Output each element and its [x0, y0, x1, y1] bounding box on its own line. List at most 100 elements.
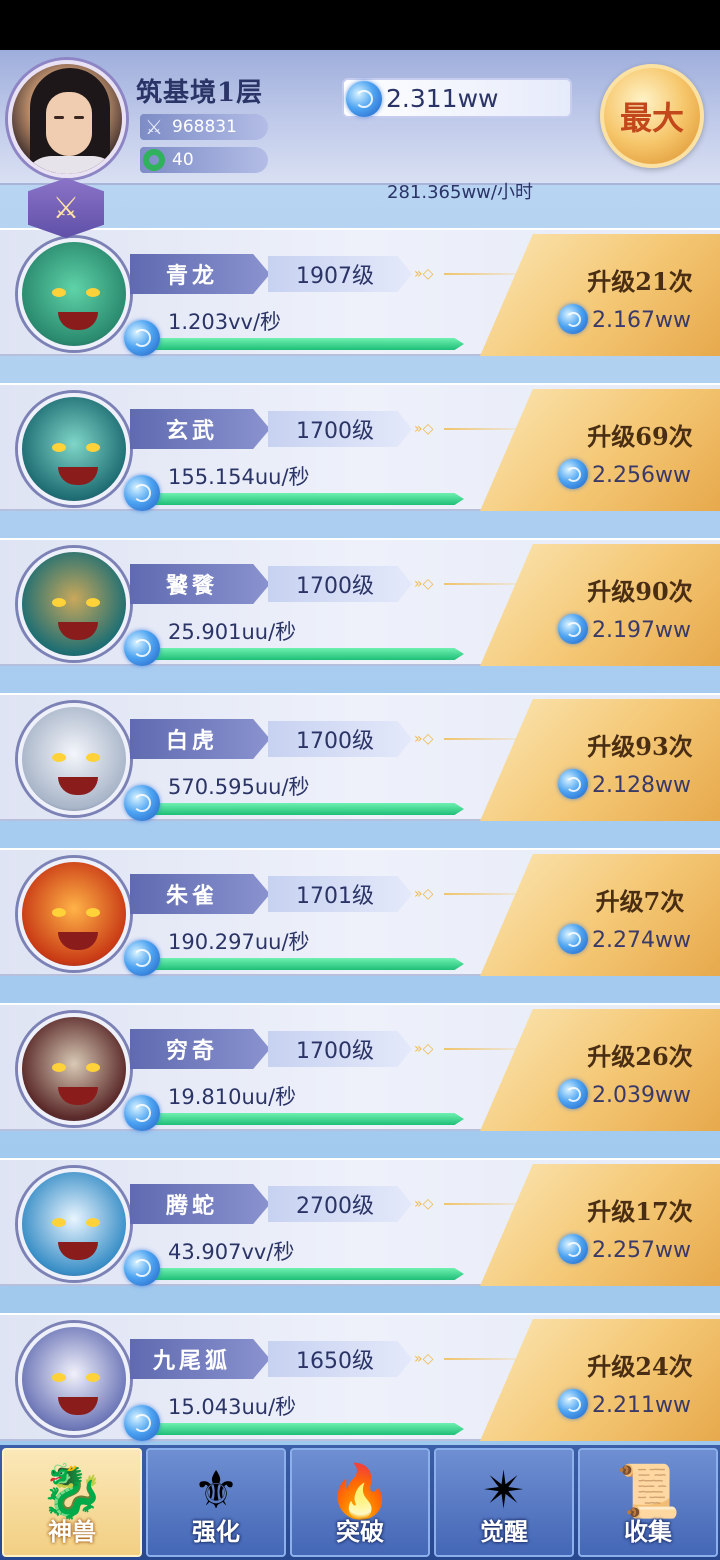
upgrade-cost: 2.257ww — [592, 1238, 691, 1263]
upgrade-count: 升级69次 — [587, 422, 693, 451]
beast-level: 2700级 — [268, 1186, 412, 1222]
beast-rate: 1.203vv/秒 — [168, 310, 282, 334]
beast-portrait[interactable] — [18, 1013, 130, 1125]
nav-tab-2[interactable]: ⚜ 强化 — [146, 1448, 286, 1557]
spirit-orb-icon — [558, 924, 588, 954]
beast-portrait[interactable] — [18, 858, 130, 970]
beast-progress-bar — [150, 958, 464, 970]
spirit-orb-icon — [558, 614, 588, 644]
beast-name: 饕餮 — [130, 564, 270, 604]
beast-card[interactable]: 青龙 1907级 »◇ 1.203vv/秒 升级21次 2.167ww — [0, 228, 720, 356]
beast-level: 1700级 — [268, 566, 412, 602]
beast-name: 玄武 — [130, 409, 270, 449]
beast-level: 1700级 — [268, 721, 412, 757]
currency-rate: 281.365ww/小时 — [387, 182, 533, 203]
spirit-orb-icon — [124, 320, 160, 356]
spirit-orb-icon — [124, 1250, 160, 1286]
jade-ring-icon — [142, 148, 166, 172]
upgrade-count: 升级90次 — [587, 577, 693, 606]
beast-card[interactable]: 白虎 1700级 »◇ 570.595uu/秒 升级93次 2.128ww — [0, 693, 720, 821]
beast-progress-bar — [150, 1113, 464, 1125]
beast-progress-bar — [150, 1268, 464, 1280]
spirit-orb-icon — [558, 304, 588, 334]
spirit-orb-icon — [558, 459, 588, 489]
jade-count: 40 — [140, 147, 268, 173]
nav-tab-4[interactable]: ✴ 觉醒 — [434, 1448, 574, 1557]
beast-portrait[interactable] — [18, 1168, 130, 1280]
upgrade-cost: 2.211ww — [592, 1393, 691, 1418]
spirit-currency: 2.311ww — [342, 78, 572, 118]
combat-power: ⚔ 968831 — [140, 114, 268, 140]
player-avatar[interactable] — [8, 60, 126, 178]
upgrade-count: 升级26次 — [587, 1042, 693, 1071]
beast-rate: 155.154uu/秒 — [168, 465, 310, 489]
beast-rate: 570.595uu/秒 — [168, 775, 310, 799]
beast-name: 穷奇 — [130, 1029, 270, 1069]
beast-screen: 筑基境1层 ⚔ 968831 40 2.311ww 281.365ww/小时 最… — [0, 50, 720, 1445]
spirit-orb-icon — [124, 1095, 160, 1131]
spirit-orb-icon — [124, 785, 160, 821]
beast-level: 1701级 — [268, 876, 412, 912]
beast-portrait[interactable] — [18, 703, 130, 815]
beast-portrait[interactable] — [18, 238, 130, 350]
beast-progress-bar — [150, 803, 464, 815]
beast-rate: 190.297uu/秒 — [168, 930, 310, 954]
currency-amount: 2.311ww — [386, 83, 499, 113]
beast-card[interactable]: 穷奇 1700级 »◇ 19.810uu/秒 升级26次 2.039ww — [0, 1003, 720, 1131]
beast-progress-bar — [150, 338, 464, 350]
nav-label: 突破 — [336, 1518, 384, 1546]
spirit-orb-icon — [558, 1234, 588, 1264]
beast-rate: 15.043uu/秒 — [168, 1395, 297, 1419]
nav-tab-5[interactable]: 📜 收集 — [578, 1448, 718, 1557]
spirit-orb-icon — [124, 1405, 160, 1441]
nav-label: 神兽 — [48, 1518, 96, 1546]
crossed-swords-icon: ⚔ — [145, 115, 163, 139]
upgrade-cost: 2.274ww — [592, 928, 691, 953]
beast-level: 1700级 — [268, 411, 412, 447]
beast-card[interactable]: 玄武 1700级 »◇ 155.154uu/秒 升级69次 2.256ww — [0, 383, 720, 511]
beast-level: 1907级 — [268, 256, 412, 292]
beast-portrait[interactable] — [18, 548, 130, 660]
beast-rate: 19.810uu/秒 — [168, 1085, 297, 1109]
upgrade-count: 升级21次 — [587, 267, 693, 296]
spirit-orb-icon — [558, 769, 588, 799]
beast-rate: 43.907vv/秒 — [168, 1240, 295, 1264]
nav-label: 收集 — [624, 1518, 672, 1546]
max-button[interactable]: 最大 — [600, 64, 704, 168]
beast-card[interactable]: 饕餮 1700级 »◇ 25.901uu/秒 升级90次 2.197ww — [0, 538, 720, 666]
nav-label: 强化 — [192, 1518, 240, 1546]
beast-card[interactable]: 腾蛇 2700级 »◇ 43.907vv/秒 升级17次 2.257ww — [0, 1158, 720, 1286]
beast-name: 白虎 — [130, 719, 270, 759]
beast-name: 朱雀 — [130, 874, 270, 914]
beast-name: 青龙 — [130, 254, 270, 294]
beast-level: 1650级 — [268, 1341, 412, 1377]
beast-level: 1700级 — [268, 1031, 412, 1067]
upgrade-cost: 2.256ww — [592, 463, 691, 488]
bottom-nav: 🐉 神兽 ⚜ 强化 🔥 突破 ✴ 觉醒 📜 收集 — [0, 1445, 720, 1560]
upgrade-cost: 2.039ww — [592, 1083, 691, 1108]
beast-name: 腾蛇 — [130, 1184, 270, 1224]
upgrade-count: 升级7次 — [595, 887, 685, 916]
beast-progress-bar — [150, 648, 464, 660]
beast-progress-bar — [150, 1423, 464, 1435]
spirit-orb-icon — [558, 1079, 588, 1109]
beast-card[interactable]: 九尾狐 1650级 »◇ 15.043uu/秒 升级24次 2.211ww — [0, 1313, 720, 1441]
spirit-orb-icon — [346, 81, 382, 117]
jade-count-value: 40 — [172, 150, 194, 170]
spirit-orb-icon — [124, 940, 160, 976]
combat-power-value: 968831 — [172, 117, 237, 137]
upgrade-count: 升级93次 — [587, 732, 693, 761]
upgrade-count: 升级24次 — [587, 1352, 693, 1381]
upgrade-count: 升级17次 — [587, 1197, 693, 1226]
nav-label: 觉醒 — [480, 1518, 528, 1546]
beast-rate: 25.901uu/秒 — [168, 620, 297, 644]
nav-tab-1[interactable]: 🐉 神兽 — [2, 1448, 142, 1557]
beast-portrait[interactable] — [18, 393, 130, 505]
player-header: 筑基境1层 ⚔ 968831 40 2.311ww 281.365ww/小时 最… — [0, 50, 720, 203]
beast-portrait[interactable] — [18, 1323, 130, 1435]
beast-card[interactable]: 朱雀 1701级 »◇ 190.297uu/秒 升级7次 2.274ww — [0, 848, 720, 976]
upgrade-cost: 2.197ww — [592, 618, 691, 643]
nav-tab-3[interactable]: 🔥 突破 — [290, 1448, 430, 1557]
beast-progress-bar — [150, 493, 464, 505]
status-bar — [0, 0, 720, 50]
